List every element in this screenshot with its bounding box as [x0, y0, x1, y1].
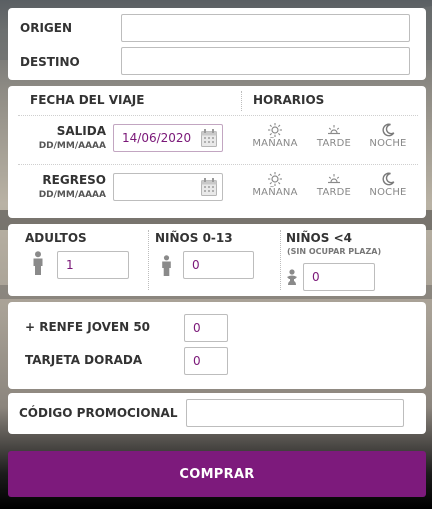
infants-note: (SIN OCUPAR PLAZA) — [287, 247, 382, 256]
departure-format: DD/MM/AAAA — [38, 141, 106, 151]
moon-icon — [382, 172, 395, 186]
passenger-divider — [148, 230, 149, 290]
adults-input[interactable]: 1 — [57, 251, 129, 279]
return-label: REGRESO — [42, 173, 106, 187]
sun-icon — [268, 123, 282, 137]
sunset-icon — [328, 174, 340, 184]
header-divider — [241, 91, 242, 111]
departure-slot-afternoon[interactable]: TARDE — [303, 123, 365, 149]
discounts-card: + RENFE JOVEN 50 0 TARJETA DORADA 0 — [8, 302, 426, 389]
slot-label: TARDE — [316, 187, 352, 198]
origin-label: ORIGEN — [20, 21, 72, 35]
moon-icon — [382, 123, 395, 137]
origin-input[interactable] — [121, 14, 410, 42]
promo-input[interactable] — [186, 399, 404, 427]
calendar-icon[interactable] — [201, 178, 217, 196]
return-slot-morning[interactable]: MAÑANA — [244, 172, 306, 198]
destination-input[interactable] — [121, 47, 410, 75]
slot-label: NOCHE — [369, 187, 407, 198]
departure-slot-night[interactable]: NOCHE — [357, 123, 419, 149]
destination-label: DESTINO — [20, 55, 80, 69]
slot-label: NOCHE — [369, 138, 407, 149]
passengers-card: ADULTOS 1 NIÑOS 0-13 0 NIÑOS <4 (SIN OCU… — [8, 224, 426, 296]
calendar-icon[interactable] — [201, 129, 217, 147]
adults-label: ADULTOS — [25, 231, 87, 245]
route-card: ORIGEN DESTINO — [8, 8, 426, 80]
children-input[interactable]: 0 — [183, 251, 254, 279]
infants-label: NIÑOS <4 — [286, 231, 352, 245]
infant-icon — [287, 269, 297, 285]
departure-date-value: 14/06/2020 — [122, 131, 192, 145]
passenger-divider — [280, 230, 281, 290]
sunset-icon — [328, 125, 340, 135]
header-separator — [18, 115, 418, 116]
departure-date-input[interactable]: 14/06/2020 — [113, 124, 223, 152]
return-date-input[interactable] — [113, 173, 223, 201]
return-format: DD/MM/AAAA — [38, 190, 106, 200]
children-label: NIÑOS 0-13 — [155, 231, 233, 245]
slot-label: MAÑANA — [252, 187, 298, 198]
date-header: FECHA DEL VIAJE — [30, 93, 145, 107]
slot-label: TARDE — [316, 138, 352, 149]
infants-input[interactable]: 0 — [303, 263, 375, 291]
buy-button[interactable]: COMPRAR — [8, 451, 426, 497]
promo-card: CÓDIGO PROMOCIONAL — [8, 393, 426, 434]
schedule-header: HORARIOS — [253, 93, 325, 107]
child-person-icon — [162, 255, 171, 276]
return-slot-night[interactable]: NOCHE — [357, 172, 419, 198]
slot-label: MAÑANA — [252, 138, 298, 149]
return-slot-afternoon[interactable]: TARDE — [303, 172, 365, 198]
tarjeta-dorada-input[interactable]: 0 — [184, 347, 228, 375]
adult-person-icon — [33, 251, 43, 275]
promo-label: CÓDIGO PROMOCIONAL — [19, 406, 178, 420]
sun-icon — [268, 172, 282, 186]
departure-slot-morning[interactable]: MAÑANA — [244, 123, 306, 149]
renfe-joven-label: + RENFE JOVEN 50 — [25, 320, 151, 334]
tarjeta-dorada-label: TARJETA DORADA — [25, 353, 143, 367]
row-separator — [18, 164, 418, 165]
trip-card: FECHA DEL VIAJE HORARIOS SALIDA DD/MM/AA… — [8, 86, 426, 218]
renfe-joven-input[interactable]: 0 — [184, 314, 228, 342]
departure-label: SALIDA — [56, 124, 106, 138]
